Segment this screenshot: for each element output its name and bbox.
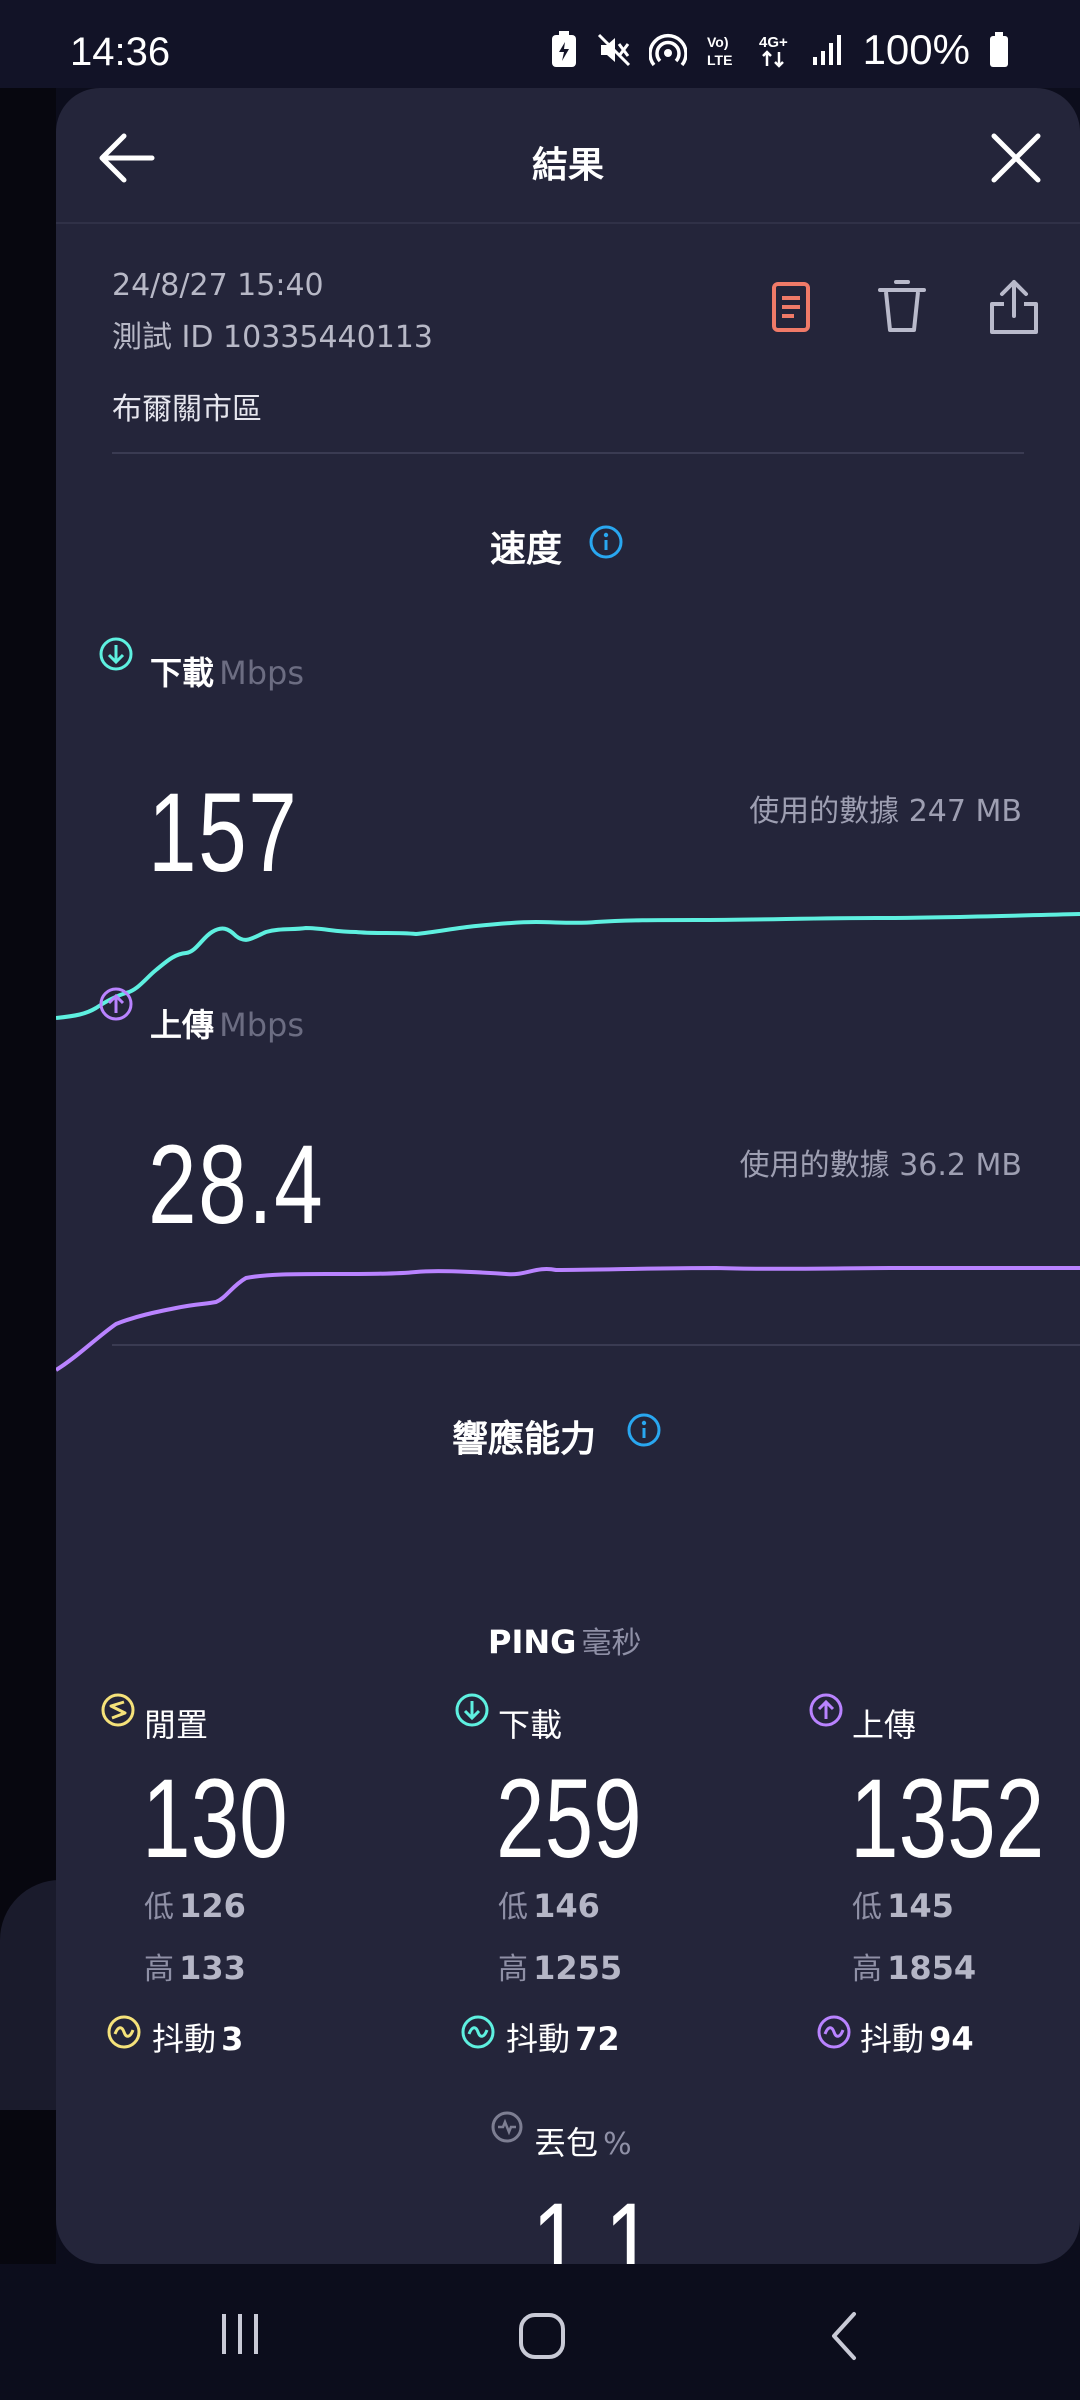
high-label: 高 [852,1952,882,1987]
test-date: 24/8/27 15:40 [112,268,324,303]
upload-high-value: 1854 [887,1949,977,1987]
packet-loss-label: 丟包 [534,2124,599,2162]
upload-low-value: 145 [887,1887,954,1925]
idle-high: 高 133 [144,1944,246,1988]
low-label: 低 [144,1890,174,1925]
speed-title: 速度 [490,529,563,570]
jitter-icon [461,2015,495,2049]
download-ping-value: 259 [496,1756,642,1881]
download-jitter: 抖動 72 [506,2014,620,2060]
upload-ping-value: 1352 [850,1756,1045,1881]
hotspot-icon [648,34,687,67]
info-icon[interactable] [626,1412,662,1448]
volte-icon: Vo) LTE [707,34,732,68]
battery-saver-icon [551,31,576,67]
upload-low: 低 145 [852,1882,954,1926]
upload-speed-graph [56,1265,1080,1372]
packet-loss-icon [491,2111,523,2143]
download-arrow-icon [99,637,133,671]
download-low-value: 146 [533,1887,600,1925]
upload-unit: Mbps [219,1006,305,1044]
jitter-label: 抖動 [860,2020,925,2058]
download-speed-value: 157 [148,770,299,895]
trash-icon[interactable] [872,278,932,338]
idle-icon [101,1693,135,1727]
upload-high: 高 1854 [852,1944,976,1988]
idle-high-value: 133 [179,1949,246,1987]
ping-label: PING [488,1623,577,1661]
packet-loss-value: 1.1 [532,2180,654,2264]
download-data-used: 使用的數據 247 MB [749,794,1022,829]
navigation-bar [0,2264,1080,2400]
recent-apps-icon[interactable] [216,2312,264,2356]
ping-unit: 毫秒 [581,1626,642,1661]
svg-text:4G+: 4G+ [759,34,788,51]
idle-jitter-value: 3 [221,2020,244,2058]
back-nav-icon[interactable] [826,2310,862,2362]
high-label: 高 [498,1952,528,1987]
download-label: 下載 [150,654,215,692]
upload-arrow-icon [809,1693,843,1727]
svg-text:LTE: LTE [707,52,732,68]
low-label: 低 [498,1890,528,1925]
result-sheet: 結果 24/8/27 15:40 測試 ID 10335440113 布爾關市區… [56,88,1080,2264]
idle-jitter: 抖動 3 [152,2014,243,2060]
high-label: 高 [144,1952,174,1987]
upload-label-group: 上傳 Mbps [150,1000,304,1046]
network-4g-icon: 4G+ [759,34,788,68]
jitter-icon [817,2015,851,2049]
responsiveness-title: 響應能力 [452,1419,597,1460]
upload-arrow-icon [99,987,133,1021]
ping-heading: PING 毫秒 [488,1618,642,1662]
upload-jitter: 抖動 94 [860,2014,974,2060]
meta-divider [112,452,1024,454]
battery-icon [990,32,1008,67]
signal-icon [812,35,841,65]
download-unit: Mbps [219,654,305,692]
download-label-group: 下載 Mbps [150,648,304,694]
share-icon[interactable] [984,278,1044,338]
header-divider [56,222,1080,224]
idle-low: 低 126 [144,1882,246,1926]
upload-ping-label: 上傳 [852,1706,917,1744]
svg-text:Vo): Vo) [707,34,729,50]
low-label: 低 [852,1890,882,1925]
packet-loss-label-group: 丟包 % [534,2118,632,2164]
download-arrow-icon [455,1693,489,1727]
test-location: 布爾關市區 [112,392,262,427]
close-icon[interactable] [986,128,1046,188]
background-app-blob [0,1880,60,2110]
jitter-label: 抖動 [152,2020,217,2058]
mute-icon [597,33,630,67]
upload-speed-value: 28.4 [148,1122,325,1247]
info-icon[interactable] [588,524,624,560]
speed-divider [112,1344,1080,1346]
idle-ping-value: 130 [142,1756,288,1881]
home-icon[interactable] [518,2312,566,2360]
jitter-icon [107,2015,141,2049]
packet-loss-unit: % [603,2127,632,2162]
report-icon[interactable] [760,278,820,338]
status-time: 14:36 [70,30,171,74]
idle-label: 閒置 [144,1706,209,1744]
page-title: 結果 [531,145,604,186]
upload-label: 上傳 [150,1006,215,1044]
status-icons: Vo) LTE 4G+ 100% [549,26,1010,74]
upload-jitter-value: 94 [929,2020,974,2058]
test-id: 測試 ID 10335440113 [112,320,433,355]
download-high: 高 1255 [498,1944,622,1988]
status-bar: 14:36 Vo) LTE 4G+ 100% [0,0,1080,88]
idle-low-value: 126 [179,1887,246,1925]
download-jitter-value: 72 [575,2020,620,2058]
download-ping-label: 下載 [498,1706,563,1744]
jitter-label: 抖動 [506,2020,571,2058]
battery-percent: 100% [862,26,970,73]
download-low: 低 146 [498,1882,600,1926]
download-high-value: 1255 [533,1949,623,1987]
upload-data-used: 使用的數據 36.2 MB [739,1148,1022,1183]
